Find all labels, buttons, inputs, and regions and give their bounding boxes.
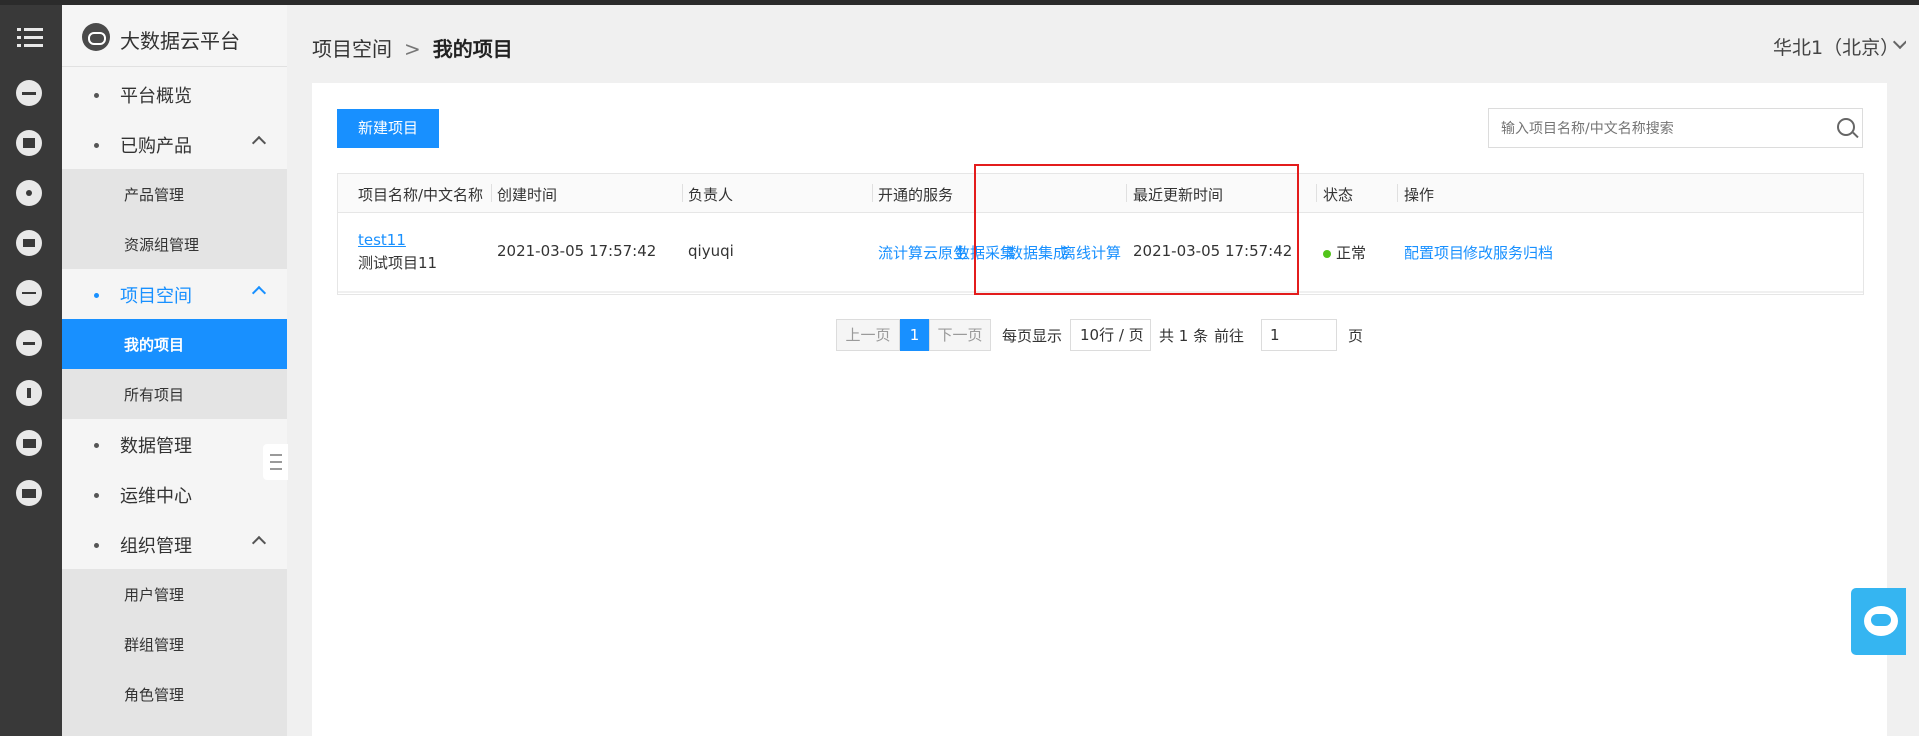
apps-icon[interactable] bbox=[16, 130, 42, 156]
sidebar-item-user-mgmt[interactable]: 用户管理 bbox=[62, 569, 287, 619]
new-project-button[interactable]: 新建项目 bbox=[337, 109, 439, 148]
status-dot-icon bbox=[1323, 249, 1331, 258]
sidebar-item-label: 群组管理 bbox=[124, 636, 185, 654]
sidebar-item-label: 项目空间 bbox=[120, 286, 192, 307]
search-icon[interactable] bbox=[1837, 118, 1855, 136]
prev-page-button[interactable]: 上一页 bbox=[836, 319, 900, 351]
sidebar: 大数据云平台 平台概览 已购产品 产品管理 资源组管理 项目空间 我的项目 所有… bbox=[62, 5, 287, 736]
sidebar-item-org-mgmt[interactable]: 组织管理 bbox=[62, 519, 287, 569]
cloud-upload-icon[interactable] bbox=[16, 380, 42, 406]
breadcrumb-separator: > bbox=[404, 37, 421, 61]
column-divider bbox=[1397, 184, 1398, 202]
sidebar-item-all-projects[interactable]: 所有项目 bbox=[62, 369, 287, 419]
sidebar-item-label: 已购产品 bbox=[120, 136, 192, 157]
breadcrumb-current: 我的项目 bbox=[432, 37, 513, 61]
sidebar-item-label: 资源组管理 bbox=[124, 236, 200, 254]
column-header-status: 状态 bbox=[1323, 186, 1354, 204]
sidebar-item-product-mgmt[interactable]: 产品管理 bbox=[62, 169, 287, 219]
configure-project-link[interactable]: 配置项目 bbox=[1404, 242, 1464, 263]
sidebar-item-label: 产品管理 bbox=[124, 186, 185, 204]
database-icon[interactable] bbox=[16, 280, 42, 306]
brand: 大数据云平台 bbox=[62, 5, 287, 67]
mail-icon[interactable] bbox=[16, 430, 42, 456]
bullet-icon bbox=[94, 443, 99, 448]
column-divider bbox=[1316, 184, 1317, 202]
bullet-icon bbox=[94, 543, 99, 548]
column-header-created: 创建时间 bbox=[497, 186, 558, 204]
window-top-border bbox=[0, 0, 1919, 5]
sidebar-item-label: 角色管理 bbox=[124, 686, 185, 704]
customer-service-icon[interactable] bbox=[1851, 588, 1911, 655]
network-icon[interactable] bbox=[16, 180, 42, 206]
search-box bbox=[1488, 108, 1863, 148]
column-header-actions: 操作 bbox=[1404, 186, 1435, 204]
menu-icon[interactable] bbox=[17, 27, 43, 49]
icon-rail bbox=[0, 5, 62, 736]
services-highlight-box bbox=[974, 164, 1299, 295]
sidebar-item-resource-group-mgmt[interactable]: 资源组管理 bbox=[62, 219, 287, 269]
column-divider bbox=[491, 184, 492, 202]
goto-page-input[interactable] bbox=[1261, 319, 1337, 351]
total-count: 共 1 条 bbox=[1159, 327, 1209, 345]
next-page-button[interactable]: 下一页 bbox=[929, 319, 991, 351]
sidebar-item-group-mgmt[interactable]: 群组管理 bbox=[62, 619, 287, 669]
sidebar-item-role-mgmt[interactable]: 角色管理 bbox=[62, 669, 287, 719]
sidebar-item-project-space[interactable]: 项目空间 bbox=[62, 269, 287, 319]
column-header-name: 项目名称/中文名称 bbox=[358, 186, 484, 204]
project-cn-name: 测试项目11 bbox=[358, 254, 438, 272]
sidebar-item-overview[interactable]: 平台概览 bbox=[62, 69, 287, 119]
app-title: 大数据云平台 bbox=[120, 29, 240, 53]
search-input[interactable] bbox=[1501, 118, 1821, 140]
sidebar-item-label: 用户管理 bbox=[124, 586, 185, 604]
chevron-up-icon bbox=[251, 535, 267, 551]
sidebar-item-data-mgmt[interactable]: 数据管理 bbox=[62, 419, 287, 469]
breadcrumb: 项目空间 > 我的项目 bbox=[312, 33, 513, 62]
created-time: 2021-03-05 17:57:42 bbox=[497, 242, 657, 260]
chevron-up-icon bbox=[251, 285, 267, 301]
status-text: 正常 bbox=[1336, 244, 1367, 262]
bullet-icon bbox=[94, 293, 99, 298]
status-badge: 正常 bbox=[1323, 242, 1366, 263]
sidebar-item-more bbox=[62, 719, 287, 736]
sidebar-item-label: 平台概览 bbox=[120, 86, 192, 107]
scrollbar[interactable] bbox=[1906, 40, 1916, 736]
sidebar-item-label: 组织管理 bbox=[120, 536, 192, 557]
sidebar-item-label: 数据管理 bbox=[120, 436, 192, 457]
page-suffix: 页 bbox=[1348, 327, 1364, 345]
per-page-select[interactable]: 10行 / 页 bbox=[1070, 319, 1151, 351]
chevron-up-icon bbox=[251, 135, 267, 151]
id-card-icon[interactable] bbox=[16, 480, 42, 506]
bullet-icon bbox=[94, 143, 99, 148]
sidebar-item-label: 运维中心 bbox=[120, 486, 192, 507]
cube-icon[interactable] bbox=[16, 230, 42, 256]
bullet-icon bbox=[94, 493, 99, 498]
project-name-link[interactable]: test11 bbox=[358, 231, 406, 249]
modify-service-link[interactable]: 修改服务 bbox=[1463, 242, 1523, 263]
bullet-icon bbox=[94, 93, 99, 98]
region-selector[interactable]: 华北1（北京） bbox=[1773, 33, 1899, 60]
layers-icon[interactable] bbox=[16, 330, 42, 356]
sidebar-item-label: 所有项目 bbox=[124, 386, 185, 404]
owner: qiyuqi bbox=[688, 242, 734, 260]
archive-link[interactable]: 归档 bbox=[1523, 242, 1553, 263]
sidebar-item-ops-center[interactable]: 运维中心 bbox=[62, 469, 287, 519]
page-number-current[interactable]: 1 bbox=[900, 319, 929, 351]
per-page-label: 每页显示 bbox=[1002, 327, 1063, 345]
server-icon[interactable] bbox=[16, 80, 42, 106]
goto-label: 前往 bbox=[1214, 327, 1245, 345]
breadcrumb-parent[interactable]: 项目空间 bbox=[312, 37, 392, 61]
sidebar-collapse-icon[interactable] bbox=[263, 444, 288, 480]
cloud-logo-icon bbox=[82, 23, 110, 51]
column-divider bbox=[682, 184, 683, 202]
sidebar-item-label: 我的项目 bbox=[124, 336, 185, 354]
column-header-owner: 负责人 bbox=[688, 186, 734, 204]
column-header-services: 开通的服务 bbox=[878, 186, 954, 204]
sidebar-item-my-projects[interactable]: 我的项目 bbox=[62, 319, 287, 369]
column-divider bbox=[872, 184, 873, 202]
sidebar-item-purchased[interactable]: 已购产品 bbox=[62, 119, 287, 169]
